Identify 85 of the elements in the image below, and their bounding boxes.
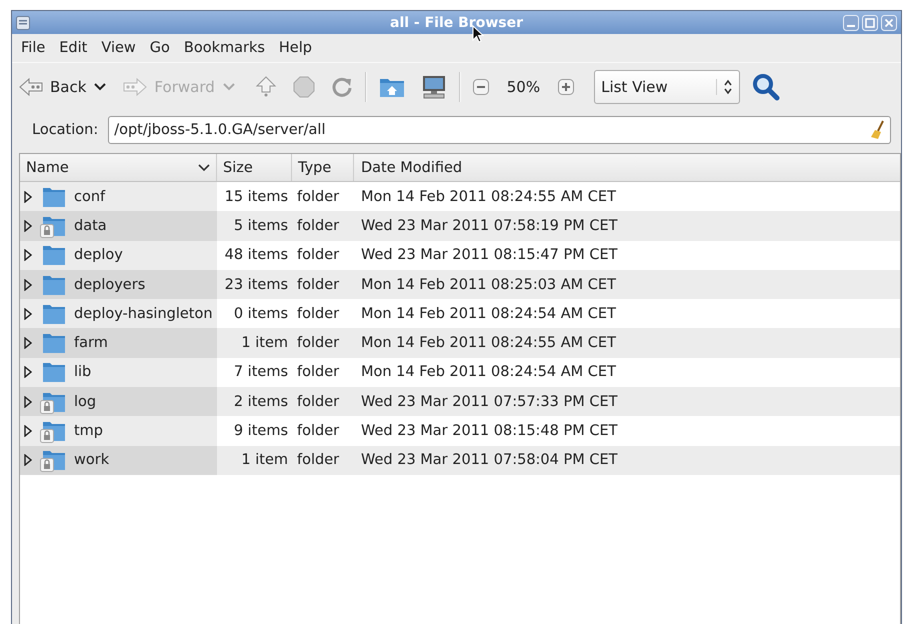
table-cell-text: folder: [296, 422, 340, 442]
file-name: tmp: [74, 423, 104, 440]
table-cell-text: Mon 14 Feb 2011 08:24:54 AM CET: [360, 304, 617, 324]
table-cell-text: Wed 23 Mar 2011 07:57:33 PM CET: [360, 392, 618, 412]
menu-item[interactable]: Bookmarks: [176, 40, 272, 56]
home-folder-icon[interactable]: [378, 76, 405, 98]
table-cell-text: folder: [296, 188, 340, 207]
table-cell-text: Wed 23 Mar 2011 08:15:47 PM CET: [360, 246, 618, 266]
location-label: Location:: [32, 122, 98, 138]
table-cell-text: folder: [296, 304, 340, 324]
expander-icon[interactable]: [24, 366, 32, 378]
file-name: lib: [74, 364, 92, 380]
expander-icon[interactable]: [24, 278, 32, 291]
window-menu-icon[interactable]: [16, 16, 30, 30]
table-cell-text: 1 item: [240, 334, 289, 354]
table-cell-text: folder: [296, 451, 340, 470]
file-row[interactable]: log 2 items folder Wed 23 Mar 2011 07:57:33 PM CET: [20, 387, 900, 416]
table-cell-text: Mon 14 Feb 2011 08:24:55 AM CET: [360, 334, 617, 354]
table-cell-text: 23 items: [224, 276, 289, 295]
file-name: data: [74, 218, 107, 234]
file-name: deployers: [74, 276, 146, 293]
file-row[interactable]: conf 15 items folder Mon 14 Feb 2011 08:24:55 AM CET: [20, 182, 900, 212]
computer-icon[interactable]: [420, 75, 447, 99]
file-name: deploy: [74, 247, 123, 264]
up-arrow-icon[interactable]: [254, 75, 277, 99]
zoom-in-icon[interactable]: [558, 79, 574, 95]
expander-icon[interactable]: [24, 190, 32, 203]
forward-arrow-icon: [122, 77, 148, 97]
file-row[interactable]: deployers 23 items folder Mon 14 Feb 2011 08:25:03 AM CET: [20, 270, 900, 300]
expander-icon[interactable]: [24, 337, 32, 350]
menu-item[interactable]: View: [94, 40, 143, 56]
file-name: deploy-hasingleton: [74, 306, 213, 322]
file-row[interactable]: deploy 48 items folder Wed 23 Mar 2011 08:15:47 PM CET: [20, 240, 900, 270]
file-row[interactable]: work 1 item folder Wed 23 Mar 2011 07:58:04 PM CET: [20, 446, 900, 475]
column-header[interactable]: Date Modified: [354, 154, 900, 181]
table-cell-text: 2 items: [232, 392, 289, 412]
menu-item[interactable]: Help: [272, 40, 319, 56]
window-title: all - File Browser: [389, 14, 523, 30]
table-cell-text: Wed 23 Mar 2011 07:58:19 PM CET: [360, 216, 618, 236]
column-header[interactable]: Size: [217, 154, 292, 181]
table-cell-text: Wed 23 Mar 2011 07:58:04 PM CET: [360, 451, 618, 470]
column-header[interactable]: Type: [292, 154, 354, 181]
menu-item[interactable]: Go: [142, 40, 177, 56]
up-down-arrows-icon: [716, 79, 734, 95]
file-row[interactable]: farm 1 item folder Mon 14 Feb 2011 08:24:55 AM CET: [20, 328, 900, 358]
zoom-out-icon[interactable]: [472, 79, 489, 95]
menu-item[interactable]: File: [14, 40, 52, 56]
table-cell-text: Mon 14 Feb 2011 08:24:55 AM CET: [360, 188, 617, 207]
menu-item[interactable]: Edit: [52, 40, 94, 56]
file-name: log: [74, 394, 96, 410]
view-select[interactable]: List View: [594, 70, 740, 104]
search-icon[interactable]: [752, 73, 780, 101]
back-button[interactable]: Back: [18, 75, 86, 99]
file-name: conf: [74, 188, 106, 205]
table-cell-text: Mon 14 Feb 2011 08:24:54 AM CET: [360, 363, 617, 382]
back-arrow-icon: [18, 77, 44, 97]
table-cell-text: folder: [296, 276, 340, 295]
expander-icon[interactable]: [24, 396, 32, 408]
table-cell-text: folder: [296, 246, 340, 266]
table-cell-text: folder: [296, 334, 340, 354]
expander-icon[interactable]: [24, 454, 32, 466]
column-header[interactable]: Name: [20, 154, 217, 181]
table-cell-text: 15 items: [224, 188, 289, 207]
expander-icon[interactable]: [24, 220, 32, 232]
table-cell-text: 0 items: [232, 304, 289, 324]
table-cell-text: folder: [296, 363, 340, 382]
table-cell-text: 5 items: [232, 216, 289, 236]
zoom-level: 50%: [506, 78, 540, 96]
table-cell-text: Mon 14 Feb 2011 08:25:03 AM CET: [360, 276, 617, 295]
file-row[interactable]: data 5 items folder Wed 23 Mar 2011 07:58:19 PM CET: [20, 211, 900, 241]
expander-icon[interactable]: [24, 308, 32, 320]
expander-icon[interactable]: [24, 249, 32, 262]
table-cell-text: 7 items: [232, 363, 289, 382]
table-cell-text: 9 items: [232, 422, 289, 442]
file-row[interactable]: deploy-hasingleton 0 items folder Mon 14 Feb 2011 08:24:54 AM CET: [20, 299, 900, 328]
table-cell-text: Wed 23 Mar 2011 08:15:48 PM CET: [360, 422, 618, 442]
location-field[interactable]: /opt/jboss-5.1.0.GA/server/all: [108, 116, 891, 144]
table-cell-text: folder: [296, 392, 340, 412]
expander-icon[interactable]: [24, 425, 32, 438]
file-name: work: [74, 452, 110, 468]
table-cell-text: 48 items: [224, 246, 289, 266]
table-cell-text: 1 item: [240, 451, 289, 470]
file-name: farm: [74, 335, 108, 352]
broom-icon[interactable]: [870, 120, 886, 140]
table-cell-text: folder: [296, 216, 340, 236]
